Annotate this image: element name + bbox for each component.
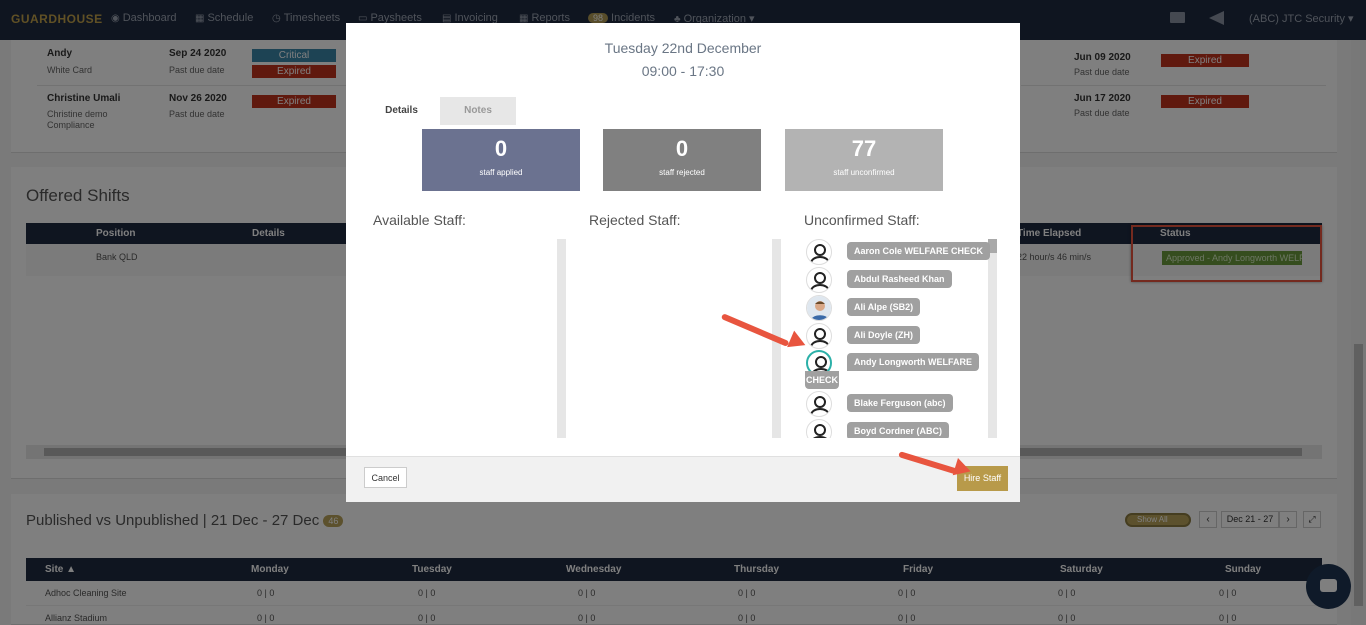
staff-applied-stat: 0 staff applied <box>422 129 580 191</box>
staff-name-pill: Ali Alpe (SB2) <box>847 298 921 316</box>
staff-name-pill: Abdul Rasheed Khan <box>847 270 952 288</box>
rejected-staff-title: Rejected Staff: <box>589 212 681 228</box>
stat-label: staff applied <box>479 168 523 177</box>
default-avatar-icon <box>806 267 832 293</box>
staff-name-pill: Andy Longworth WELFARE <box>847 353 979 371</box>
unconfirmed-staff-title: Unconfirmed Staff: <box>804 212 920 228</box>
available-staff-scrollbar[interactable] <box>557 239 566 438</box>
stat-value: 0 <box>494 136 508 161</box>
available-staff-title: Available Staff: <box>373 212 466 228</box>
stat-label: staff unconfirmed <box>833 168 895 177</box>
unconfirmed-staff-item-selected[interactable]: Andy Longworth WELFARE CHECK <box>805 350 996 390</box>
default-avatar-icon <box>806 323 832 349</box>
shift-date: Tuesday 22nd December <box>604 40 762 56</box>
tab-notes[interactable]: Notes <box>440 97 516 125</box>
unconfirmed-staff-item[interactable]: Boyd Cordner (ABC) <box>806 419 996 438</box>
staff-name-pill: Blake Ferguson (abc) <box>847 394 953 412</box>
staff-name-pill: Aaron Cole WELFARE CHECK <box>847 242 991 260</box>
unconfirmed-staff-item[interactable]: Ali Doyle (ZH) <box>806 323 996 349</box>
staff-rejected-stat: 0 staff rejected <box>603 129 761 191</box>
default-avatar-icon <box>806 419 832 438</box>
unconfirmed-staff-item[interactable]: Blake Ferguson (abc) <box>806 391 996 417</box>
shift-time: 09:00 - 17:30 <box>641 63 725 79</box>
default-avatar-icon <box>806 391 832 417</box>
unconfirmed-staff-item[interactable]: Aaron Cole WELFARE CHECK <box>806 239 996 265</box>
default-avatar-icon <box>806 239 832 265</box>
staff-name-pill: Ali Doyle (ZH) <box>847 326 921 344</box>
staff-name-pill-continued: CHECK <box>805 371 840 389</box>
annotation-arrow <box>898 451 974 475</box>
tab-details[interactable]: Details <box>364 97 439 125</box>
unconfirmed-staff-item[interactable]: Ali Alpe (SB2) <box>806 295 996 321</box>
unconfirmed-staff-item[interactable]: Abdul Rasheed Khan <box>806 267 996 293</box>
staff-unconfirmed-stat: 77 staff unconfirmed <box>785 129 943 191</box>
stat-label: staff rejected <box>659 168 705 177</box>
staff-name-pill: Boyd Cordner (ABC) <box>847 422 949 438</box>
cancel-button[interactable]: Cancel <box>364 467 407 488</box>
stat-value: 0 <box>675 136 689 161</box>
staff-photo-avatar <box>806 295 832 321</box>
annotation-arrow <box>720 313 802 347</box>
stat-value: 77 <box>851 136 877 161</box>
